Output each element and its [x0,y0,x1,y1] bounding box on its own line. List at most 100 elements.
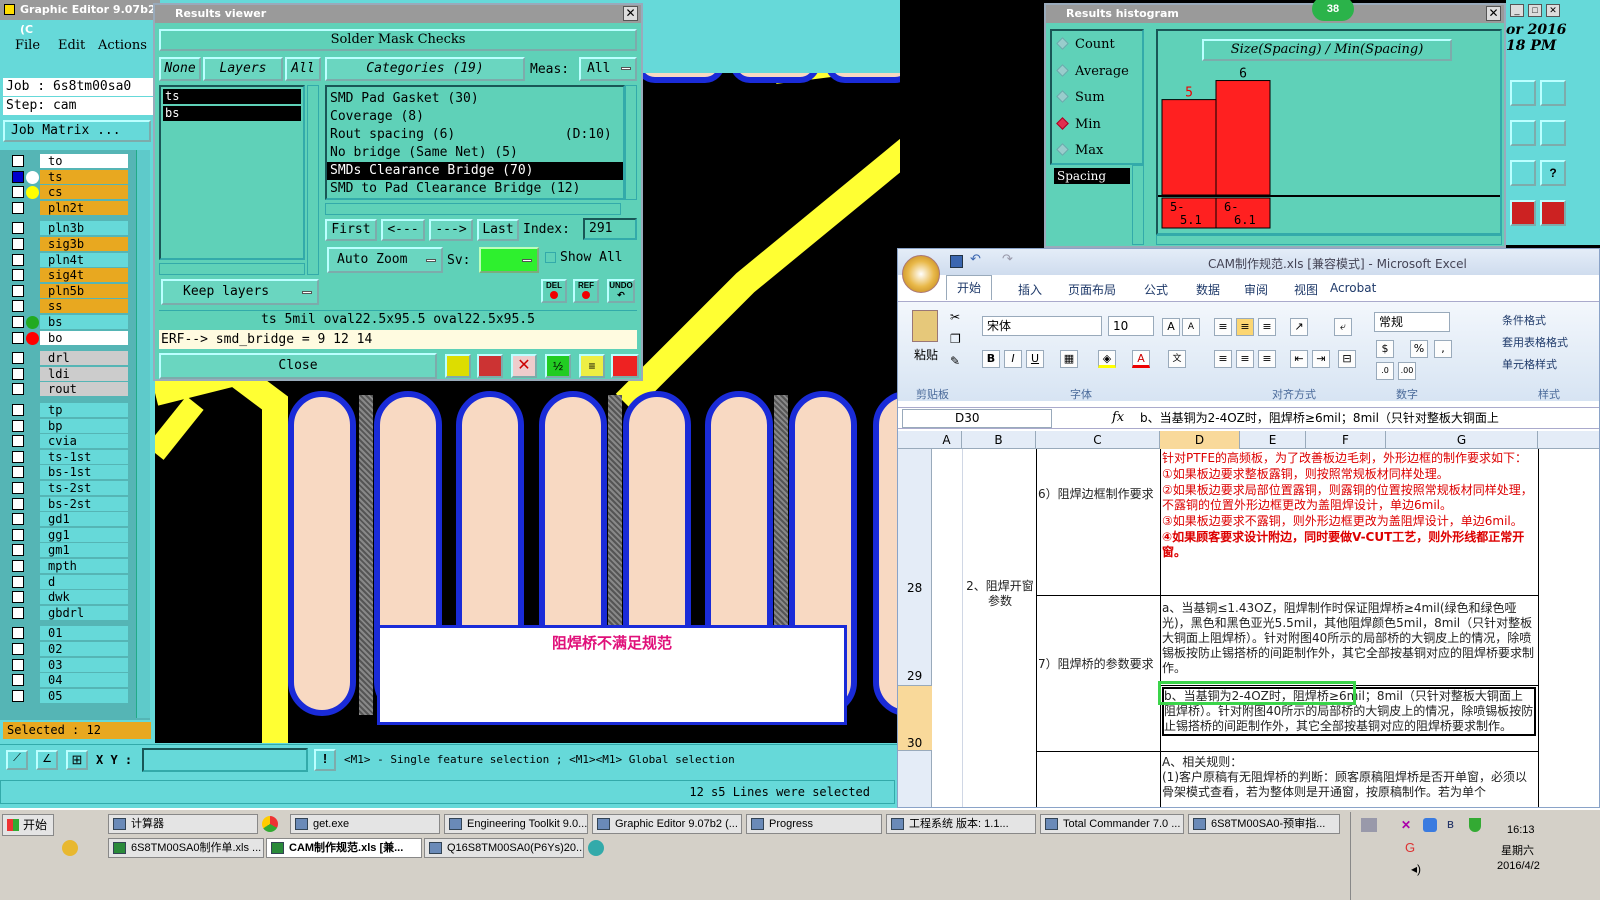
tray-icon[interactable] [1423,818,1437,832]
layer-item[interactable]: bs [163,106,301,121]
layer-name[interactable]: pln3b [40,221,128,236]
layer-row[interactable]: tp [8,403,140,418]
layer-checkbox[interactable] [12,419,24,432]
layer-name[interactable]: gbdrl [40,605,128,620]
decrease-decimal-icon[interactable]: .00 [1398,362,1416,380]
quicklaunch-icon[interactable] [62,840,78,856]
column-header[interactable]: G [1386,431,1538,449]
cell-d31[interactable]: A、相关规则： (1)客户原稿有无阻焊桥的判断：顾客原稿阻焊桥是否开单窗，必须以骨… [1162,755,1536,800]
tool-icon[interactable] [1510,160,1536,186]
layer-name[interactable]: mpth [40,559,128,573]
cell-c29[interactable]: 7）阻焊桥的参数要求 [1038,657,1158,672]
taskbar-button[interactable]: Q16S8TM00SA0(P6Ys)20... [424,838,584,858]
tray-icon[interactable]: ✕ [1401,818,1415,832]
layer-row[interactable]: gm1 [8,543,140,558]
layer-checkbox[interactable] [12,284,24,297]
prev-button[interactable]: <--- [381,219,425,241]
auto-zoom-button[interactable]: Auto Zoom [327,247,443,273]
category-item[interactable]: No bridge (Same Net) (5) [327,144,623,162]
align-left-icon[interactable]: ≡ [1214,350,1232,368]
layer-checkbox[interactable] [12,269,24,282]
grow-font-icon[interactable]: A [1162,318,1180,336]
layer-name[interactable]: dwk [40,590,128,605]
layer-row[interactable]: 05 [8,688,140,704]
layer-checkbox[interactable] [12,450,24,463]
bluetooth-icon[interactable]: ʙ [1447,816,1454,831]
options-scrollbar[interactable] [1132,165,1144,245]
layers-none-button[interactable]: None [159,57,201,81]
layer-checkbox[interactable] [12,435,24,448]
border-icon[interactable]: ▦ [1060,350,1078,368]
tool-icon[interactable] [1510,120,1536,146]
layer-checkbox[interactable] [12,300,24,313]
layer-row[interactable]: d [8,574,140,590]
aggregate-option[interactable]: Average [1056,64,1129,79]
taskbar-button[interactable]: Engineering Toolkit 9.0... [444,814,588,834]
indent-increase-icon[interactable]: ⇥ [1312,350,1330,368]
report-tool-icon[interactable]: ≡ [579,354,605,378]
layer-row[interactable]: cvia [8,434,140,449]
layer-name[interactable]: ts-2st [40,481,128,495]
layer-name[interactable]: sig3b [40,237,128,251]
taskbar-button[interactable]: get.exe [290,814,440,834]
layer-checkbox[interactable] [12,383,24,396]
shrink-font-icon[interactable]: A [1182,318,1200,336]
phonetic-icon[interactable]: 文 [1168,350,1186,368]
layer-name[interactable]: bs-1st [40,465,128,480]
row-header-29[interactable]: 29 [907,669,922,683]
formula-input[interactable]: b、当基铜为2-4OZ时，阻焊桥≥6mil；8mil（只针对整板大铜面上 [1136,409,1599,428]
chrome-icon[interactable] [262,816,278,832]
tool-icon[interactable] [1540,200,1566,226]
row-header-30[interactable]: 30 [898,685,932,751]
aggregate-option[interactable]: Count [1056,37,1115,52]
indent-decrease-icon[interactable]: ⇤ [1290,350,1308,368]
menu-edit[interactable]: Edit [58,38,85,53]
layer-color-dot[interactable] [26,331,39,345]
taskbar-button[interactable]: Graphic Editor 9.07b2 (... [592,814,742,834]
percent-icon[interactable]: % [1410,340,1428,358]
layer-row[interactable]: gbdrl [8,605,140,621]
tool-icon[interactable] [1540,80,1566,106]
layer-row[interactable]: 04 [8,673,140,688]
layer-row[interactable]: ts-1st [8,449,140,465]
align-bottom-icon[interactable]: ≡ [1258,318,1276,336]
column-header[interactable]: D [1160,431,1240,449]
layer-row[interactable]: pln4t [8,252,140,268]
cell-b28[interactable]: 2、阻焊开窗参数 [966,579,1034,609]
histogram-hscroll[interactable] [1156,235,1502,245]
layer-checkbox[interactable] [12,528,24,541]
layer-checkbox[interactable] [12,560,24,572]
category-item[interactable]: Rout spacing (6) (D:10) [327,126,623,144]
layer-name[interactable]: ss [40,299,128,314]
layer-name[interactable]: pln5b [40,283,128,298]
layers-all-button[interactable]: All [285,57,321,81]
show-all-checkbox[interactable] [545,252,556,263]
currency-icon[interactable]: $ [1376,340,1394,358]
shield-icon[interactable] [1469,818,1481,832]
layer-scrollbar[interactable] [136,150,150,718]
fill-color-icon[interactable]: ◈ [1098,350,1116,368]
bold-icon[interactable]: B [982,350,1000,368]
menu-actions[interactable]: Actions [98,38,147,53]
aggregate-option[interactable]: Sum [1056,90,1105,105]
category-item[interactable]: SMD to Pad Clearance Bridge (12) [327,180,623,198]
layer-row[interactable]: ss [8,299,140,314]
paste-label[interactable]: 粘贴 [914,346,938,363]
layer-checkbox[interactable] [12,575,24,588]
align-center-icon[interactable]: ≡ [1236,350,1254,368]
conditional-format-button[interactable]: 条件格式 [1486,312,1546,328]
cancel-tool-icon[interactable]: ✕ [511,354,537,378]
ribbon-tab[interactable]: Acrobat [1330,281,1376,295]
layer-row[interactable]: ldi [8,366,140,382]
layer-checkbox[interactable] [12,513,24,526]
layer-row[interactable]: drl [8,351,140,366]
taskbar-button[interactable]: Progress [746,814,882,834]
ribbon-tab[interactable]: 数据 [1196,281,1220,298]
layer-row[interactable]: pln2t [8,200,140,216]
layers-button[interactable]: Layers [203,57,283,81]
layer-checkbox[interactable] [12,591,24,604]
cell-d28[interactable]: 针对PTFE的高频板，为了改善板边毛刺，外形边框的制作要求如下： ①如果板边要求整… [1162,451,1536,561]
layer-name[interactable]: tp [40,403,128,417]
align-middle-icon[interactable]: ≡ [1236,318,1254,336]
layer-name[interactable]: 01 [40,626,128,641]
